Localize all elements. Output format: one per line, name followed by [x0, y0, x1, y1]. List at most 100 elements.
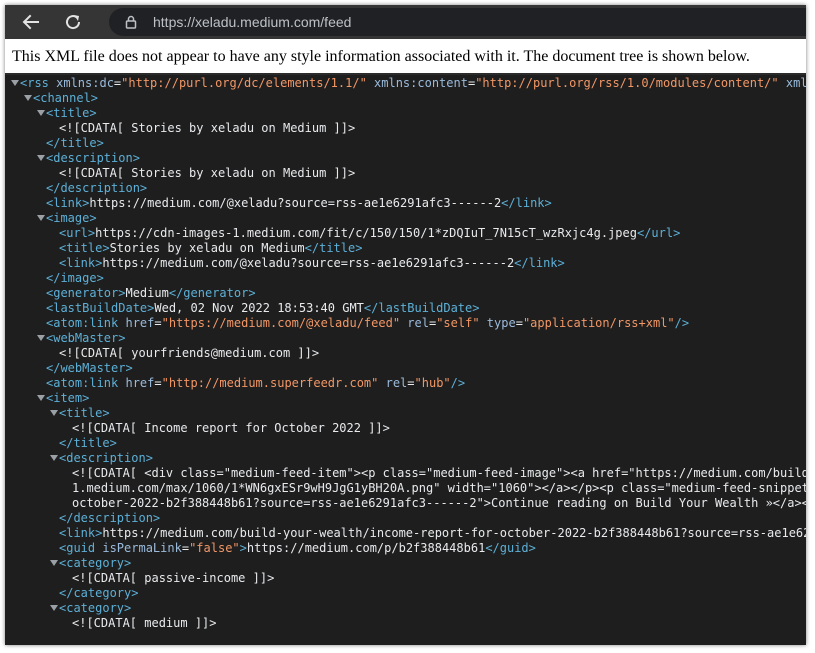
xml-line[interactable]: <category>: [5, 556, 806, 571]
xml-tag: <category>: [59, 556, 132, 570]
xml-attribute-name: rel: [407, 316, 429, 330]
collapse-arrow-icon[interactable]: [50, 559, 58, 566]
xml-tag: </title>: [59, 436, 117, 450]
xml-tag: <image>: [46, 211, 97, 225]
xml-tag: </lastBuildDate>: [363, 301, 480, 315]
xml-line: <![CDATA[ yourfriends@medium.com ]]>: [5, 346, 806, 361]
xml-line: <![CDATA[ Stories by xeladu on Medium ]]…: [5, 166, 806, 181]
xml-line: <![CDATA[ medium ]]>: [5, 616, 806, 631]
url-text[interactable]: https://xeladu.medium.com/feed: [153, 14, 351, 30]
xml-text: =: [181, 541, 190, 555]
xml-tag: </description>: [46, 181, 148, 195]
xml-text: <![CDATA[ Stories by xeladu on Medium ]]…: [59, 121, 356, 135]
xml-text: https://medium.com/@xeladu?source=rss-ae…: [89, 196, 502, 210]
xml-line[interactable]: <category>: [5, 601, 806, 616]
collapse-arrow-icon[interactable]: [37, 154, 45, 161]
xml-line[interactable]: <webMaster>: [5, 331, 806, 346]
xml-text: <![CDATA[ <div class="medium-feed-item">…: [72, 466, 806, 480]
collapse-arrow-icon[interactable]: [37, 334, 45, 341]
notice-text: This XML file does not appear to have an…: [12, 48, 750, 65]
xml-tag: <channel>: [33, 91, 99, 105]
xml-tag: <title>: [46, 106, 97, 120]
xml-tag: <link>: [59, 526, 103, 540]
xml-line[interactable]: <description>: [5, 151, 806, 166]
xml-tag: />: [674, 316, 690, 330]
address-bar[interactable]: https://xeladu.medium.com/feed: [109, 8, 806, 36]
xml-line: <link>https://medium.com/@xeladu?source=…: [5, 256, 806, 271]
xml-text: <![CDATA[ yourfriends@medium.com ]]>: [59, 346, 320, 360]
lock-icon[interactable]: [123, 14, 139, 30]
xml-tag: </link>: [514, 256, 565, 270]
xml-line: </title>: [5, 136, 806, 151]
xml-tag: </guid>: [485, 541, 536, 555]
xml-attribute-value: "hub": [414, 376, 451, 390]
collapse-arrow-icon[interactable]: [50, 454, 58, 461]
xml-text: https://medium.com/p/b2f388448b61: [246, 541, 486, 555]
collapse-arrow-icon[interactable]: [37, 214, 45, 221]
collapse-arrow-icon[interactable]: [50, 409, 58, 416]
xml-text: =: [407, 376, 415, 390]
xml-attribute-value: "application/rss+xml": [522, 316, 675, 330]
xml-tag: <title>: [59, 406, 110, 420]
xml-document-tree: <rss xmlns:dc = "http://purl.org/dc/elemen…: [5, 75, 806, 645]
collapse-arrow-icon[interactable]: [37, 394, 45, 401]
arrow-left-icon: [22, 14, 39, 30]
xml-attribute-value: "false": [189, 541, 240, 555]
xml-tag: </image>: [46, 271, 104, 285]
xml-tag: <rss: [20, 76, 57, 90]
xml-line: </image>: [5, 271, 806, 286]
xml-text: [480, 316, 487, 330]
xml-line: <link>https://medium.com/build-your-weal…: [5, 526, 806, 541]
xml-text: =: [154, 316, 162, 330]
xml-tag: </generator>: [168, 286, 256, 300]
xml-text: <![CDATA[ medium ]]>: [72, 616, 217, 630]
xml-line: <title>Stories by xeladu on Medium</titl…: [5, 241, 806, 256]
collapse-arrow-icon[interactable]: [50, 604, 58, 611]
xml-attribute-value: "http://purl.org/dc/elements/1.1/": [121, 76, 367, 90]
xml-tag: >: [239, 541, 247, 555]
xml-tag: <title>: [59, 241, 110, 255]
xml-text: 1.medium.com/max/1060/1*WN6gxESr9wH9JgG1…: [72, 481, 806, 495]
xml-text: [378, 376, 385, 390]
collapse-arrow-icon[interactable]: [24, 94, 32, 101]
xml-tag: </title>: [304, 241, 363, 255]
xml-line[interactable]: <rss xmlns:dc="http://purl.org/dc/elemen…: [5, 76, 806, 91]
xml-line[interactable]: <item>: [5, 391, 806, 406]
xml-attribute-value: "http://medium.superfeedr.com": [161, 376, 379, 390]
xml-line[interactable]: <title>: [5, 406, 806, 421]
xml-text: Wed, 02 Nov 2022 18:53:40 GMT: [154, 301, 364, 315]
xml-text: Medium: [125, 286, 169, 300]
xml-tag: </link>: [501, 196, 552, 210]
xml-attribute-name: type: [486, 316, 516, 330]
xml-attribute-value: "https://medium.com/@xeladu/feed": [161, 316, 401, 330]
collapse-arrow-icon[interactable]: [11, 79, 19, 86]
xml-attribute-name: href: [125, 376, 155, 390]
reload-button[interactable]: [57, 6, 89, 38]
reload-icon: [66, 15, 81, 30]
xml-text: https://medium.com/build-your-wealth/inc…: [102, 526, 806, 540]
xml-line: <atom:link href="http://medium.superfeed…: [5, 376, 806, 391]
xml-tag: </category>: [59, 586, 139, 600]
xml-attribute-name: xmlns:atom: [785, 76, 806, 90]
back-button[interactable]: [15, 6, 47, 38]
xml-text: <![CDATA[ Stories by xeladu on Medium ]]…: [59, 166, 356, 180]
browser-window: https://xeladu.medium.com/feed This XML …: [5, 5, 806, 645]
xml-text: <![CDATA[ passive-income ]]>: [72, 571, 275, 585]
xml-tag: <link>: [46, 196, 90, 210]
xml-attribute-name: href: [125, 316, 155, 330]
xml-line[interactable]: <image>: [5, 211, 806, 226]
xml-line: 1.medium.com/max/1060/1*WN6gxESr9wH9JgG1…: [5, 481, 806, 496]
xml-line: </description>: [5, 181, 806, 196]
xml-tag: </webMaster>: [46, 361, 133, 375]
xml-text: october-2022-b2f388448b61?source=rss-ae1…: [72, 496, 806, 510]
xml-tag: <generator>: [46, 286, 126, 300]
collapse-arrow-icon[interactable]: [37, 109, 45, 116]
xml-text: https://cdn-images-1.medium.com/fit/c/15…: [95, 226, 637, 240]
xml-tag: <webMaster>: [46, 331, 126, 345]
xml-line[interactable]: <channel>: [5, 91, 806, 106]
xml-tag: <category>: [59, 601, 132, 615]
xml-line[interactable]: <description>: [5, 451, 806, 466]
xml-line[interactable]: <title>: [5, 106, 806, 121]
xml-style-notice: This XML file does not appear to have an…: [5, 39, 806, 75]
xml-text: [779, 76, 786, 90]
